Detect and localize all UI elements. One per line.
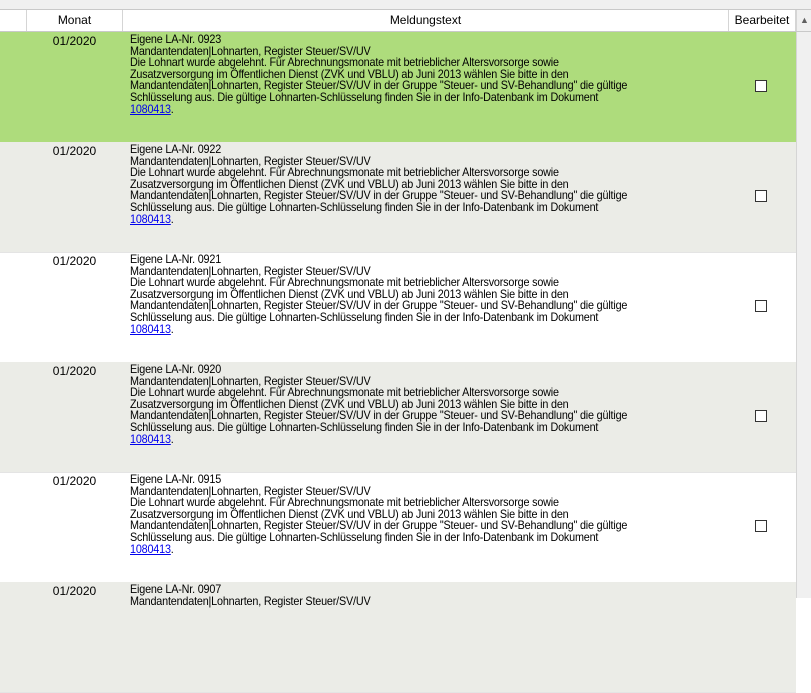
link-suffix: . [170,321,174,336]
row-monat: 01/2020 [52,144,97,158]
message-line: Schlüsselung aus. Die gültige Lohnarten-… [130,89,599,104]
document-link[interactable]: 1080413 [130,322,171,336]
document-link[interactable]: 1080413 [130,102,171,116]
message-line: Schlüsselung aus. Die gültige Lohnarten-… [130,529,599,544]
link-suffix: . [170,431,174,446]
bearbeitet-checkbox[interactable] [755,410,767,422]
message-line: Schlüsselung aus. Die gültige Lohnarten-… [130,309,599,324]
header-row-indicator [0,10,27,31]
document-link[interactable]: 1080413 [130,432,171,446]
row-message: Eigene LA-Nr. 0907 Mandantendaten|Lohnar… [130,583,666,608]
row-monat: 01/2020 [52,474,97,488]
header-meldungstext[interactable]: Meldungstext [123,10,729,31]
row-message: Eigene LA-Nr. 0915 Mandantendaten|Lohnar… [130,473,666,556]
row-message: Eigene LA-Nr. 0921 Mandantendaten|Lohnar… [130,253,666,336]
bearbeitet-checkbox[interactable] [755,80,767,92]
table-row[interactable]: 01/2020 Eigene LA-Nr. 0922 Mandantendate… [0,142,796,253]
bearbeitet-checkbox[interactable] [755,190,767,202]
row-message: Eigene LA-Nr. 0920 Mandantendaten|Lohnar… [130,363,666,446]
document-link[interactable]: 1080413 [130,212,171,226]
table-row[interactable]: 01/2020 Eigene LA-Nr. 0921 Mandantendate… [0,252,796,363]
header-monat[interactable]: Monat [27,10,123,31]
scroll-up-arrow-icon[interactable]: ▲ [796,10,811,31]
bearbeitet-checkbox[interactable] [755,300,767,312]
row-message: Eigene LA-Nr. 0922 Mandantendaten|Lohnar… [130,143,666,226]
document-link[interactable]: 1080413 [130,542,171,556]
row-monat: 01/2020 [52,34,97,48]
row-monat: 01/2020 [52,364,97,378]
table-row[interactable]: 01/2020 Eigene LA-Nr. 0923 Mandantendate… [0,32,796,143]
message-line: Mandantendaten|Lohnarten, Register Steue… [130,593,371,608]
table-header: Monat Meldungstext Bearbeitet [0,10,811,32]
header-bearbeitet[interactable]: Bearbeitet [729,10,796,31]
vertical-scrollbar[interactable] [796,32,811,598]
link-suffix: . [170,101,174,116]
table-row[interactable]: 01/2020 Eigene LA-Nr. 0915 Mandantendate… [0,472,796,583]
window-top-strip [0,0,811,10]
row-monat: 01/2020 [52,584,97,598]
bearbeitet-checkbox[interactable] [755,520,767,532]
message-line: Schlüsselung aus. Die gültige Lohnarten-… [130,419,599,434]
link-suffix: . [170,541,174,556]
row-monat: 01/2020 [52,254,97,268]
link-suffix: . [170,211,174,226]
table-row[interactable]: 01/2020 Eigene LA-Nr. 0907 Mandantendate… [0,582,796,693]
row-message: Eigene LA-Nr. 0923 Mandantendaten|Lohnar… [130,33,666,116]
table-row[interactable]: 01/2020 Eigene LA-Nr. 0920 Mandantendate… [0,362,796,473]
message-line: Schlüsselung aus. Die gültige Lohnarten-… [130,199,599,214]
